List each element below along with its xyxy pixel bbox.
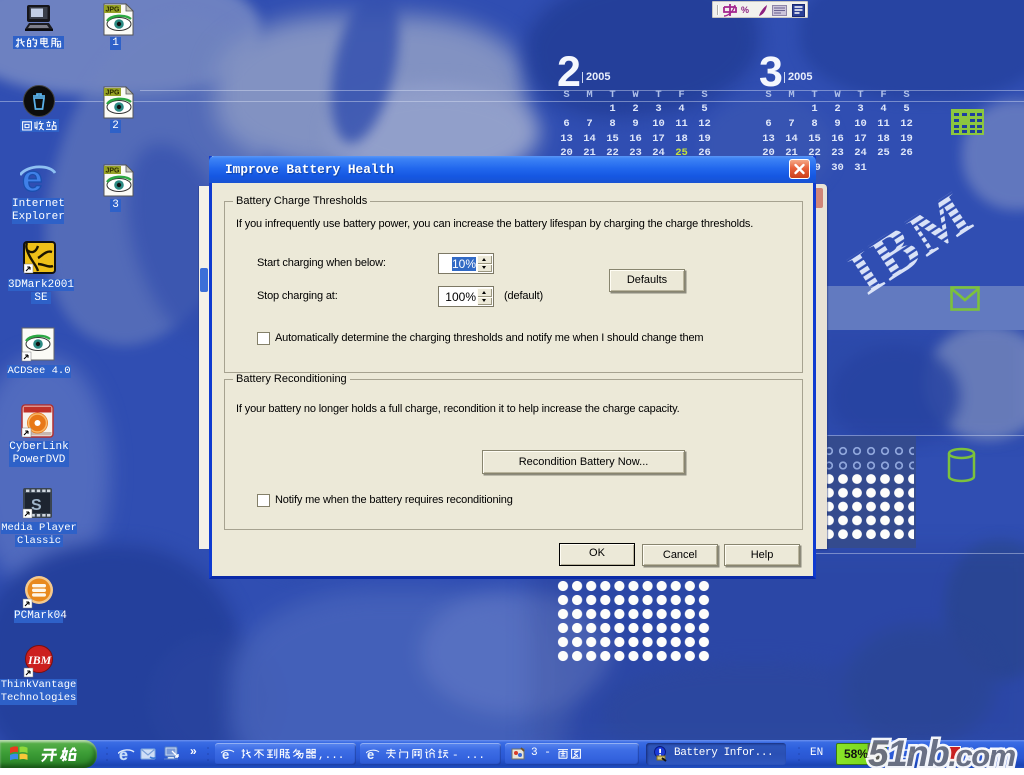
svg-text:- ...: - ... <box>452 750 485 761</box>
svg-text:e: e <box>367 747 374 761</box>
svg-text:e: e <box>222 747 229 761</box>
svg-text:%: % <box>741 5 749 15</box>
svg-text:,...: ,... <box>318 750 344 761</box>
svg-text:S: S <box>31 497 42 514</box>
svg-text:JPG: JPG <box>106 7 121 14</box>
svg-text:JPG: JPG <box>106 168 121 175</box>
svg-text:JPG: JPG <box>106 90 121 97</box>
svg-text:IBM: IBM <box>27 653 52 667</box>
